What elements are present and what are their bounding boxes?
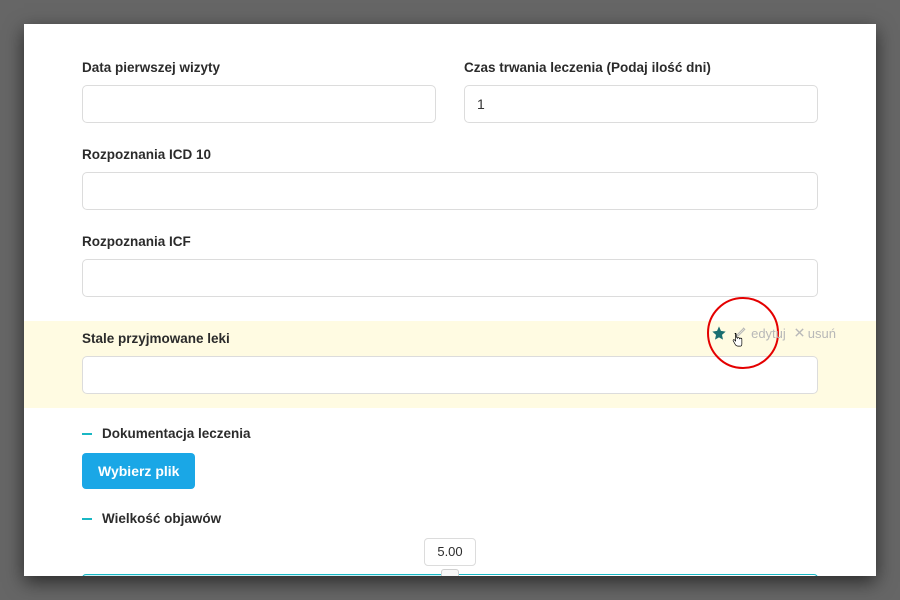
slider-track[interactable] (82, 574, 818, 576)
choose-file-button[interactable]: Wybierz plik (82, 453, 195, 489)
first-visit-field: Data pierwszej wizyty (82, 60, 436, 123)
treatment-duration-field: Czas trwania leczenia (Podaj ilość dni) (464, 60, 818, 123)
delete-label: usuń (808, 326, 836, 341)
symptoms-header[interactable]: Wielkość objawów (82, 511, 818, 526)
documentation-title: Dokumentacja leczenia (102, 426, 251, 441)
treatment-duration-label: Czas trwania leczenia (Podaj ilość dni) (464, 60, 818, 75)
icf-label: Rozpoznania ICF (82, 234, 818, 249)
row-icd10: Rozpoznania ICD 10 (82, 147, 818, 210)
section-actions: edytuj usuń (711, 325, 836, 341)
symptoms-slider: 5.00 (82, 538, 818, 576)
icd10-field: Rozpoznania ICD 10 (82, 147, 818, 210)
close-icon (794, 326, 805, 341)
row-icf: Rozpoznania ICF (82, 234, 818, 297)
icf-field: Rozpoznania ICF (82, 234, 818, 297)
symptoms-section: Wielkość objawów 5.00 (82, 511, 818, 576)
edit-action[interactable]: edytuj (735, 325, 786, 341)
slider-value-display[interactable]: 5.00 (424, 538, 476, 566)
collapse-icon (82, 433, 92, 435)
treatment-duration-input[interactable] (464, 85, 818, 123)
edit-label: edytuj (751, 326, 786, 341)
medications-section: edytuj usuń Stale przyjmowane leki (24, 321, 876, 408)
icf-input[interactable] (82, 259, 818, 297)
medications-input[interactable] (82, 356, 818, 394)
documentation-header[interactable]: Dokumentacja leczenia (82, 426, 818, 441)
form-body: Data pierwszej wizyty Czas trwania lecze… (24, 24, 876, 576)
form-modal: Data pierwszej wizyty Czas trwania lecze… (24, 24, 876, 576)
slider-thumb[interactable] (441, 569, 459, 576)
row-dates: Data pierwszej wizyty Czas trwania lecze… (82, 60, 818, 123)
first-visit-input[interactable] (82, 85, 436, 123)
icd10-input[interactable] (82, 172, 818, 210)
symptoms-title: Wielkość objawów (102, 511, 221, 526)
first-visit-label: Data pierwszej wizyty (82, 60, 436, 75)
star-icon[interactable] (711, 325, 727, 341)
icd10-label: Rozpoznania ICD 10 (82, 147, 818, 162)
collapse-icon (82, 518, 92, 520)
delete-action[interactable]: usuń (794, 326, 836, 341)
medications-label: Stale przyjmowane leki (82, 331, 818, 346)
pencil-icon (735, 325, 748, 341)
documentation-section: Dokumentacja leczenia Wybierz plik (82, 426, 818, 489)
